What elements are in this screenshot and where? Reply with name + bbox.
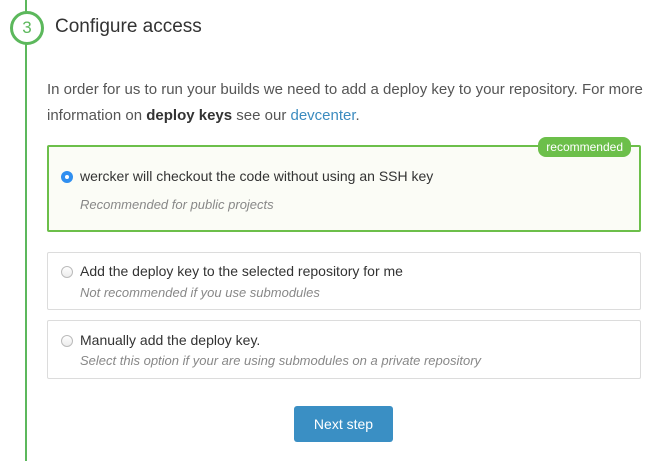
option-description: Select this option if your are using sub… [80,353,482,368]
option-label: Add the deploy key to the selected repos… [80,263,403,279]
recommended-badge: recommended [538,137,631,157]
step-title: Configure access [55,16,202,37]
next-step-button[interactable]: Next step [294,406,393,442]
radio-manually-add-deploy-key[interactable] [61,335,73,347]
option-label: wercker will checkout the code without u… [80,168,434,184]
option-label: Manually add the deploy key. [80,332,261,348]
option-manually-add-deploy-key[interactable]: Manually add the deploy key. Select this… [47,320,641,379]
step-timeline-line [25,0,27,461]
step-number-badge: 3 [10,11,44,45]
devcenter-link[interactable]: devcenter [291,107,356,124]
radio-add-deploy-key-automatically[interactable] [61,266,73,278]
option-description: Recommended for public projects [80,197,274,212]
intro-text-after: . [355,107,360,124]
intro-bold-deploy-keys: deploy keys [146,107,233,124]
radio-checkout-without-ssh[interactable] [61,171,73,183]
step-number: 3 [22,18,32,37]
option-description: Not recommended if you use submodules [80,285,320,300]
intro-text-middle: see our [232,107,291,124]
intro-text: In order for us to run your builds we ne… [47,77,647,129]
option-add-deploy-key-automatically[interactable]: Add the deploy key to the selected repos… [47,252,641,310]
option-checkout-without-ssh[interactable]: recommended wercker will checkout the co… [47,137,641,232]
